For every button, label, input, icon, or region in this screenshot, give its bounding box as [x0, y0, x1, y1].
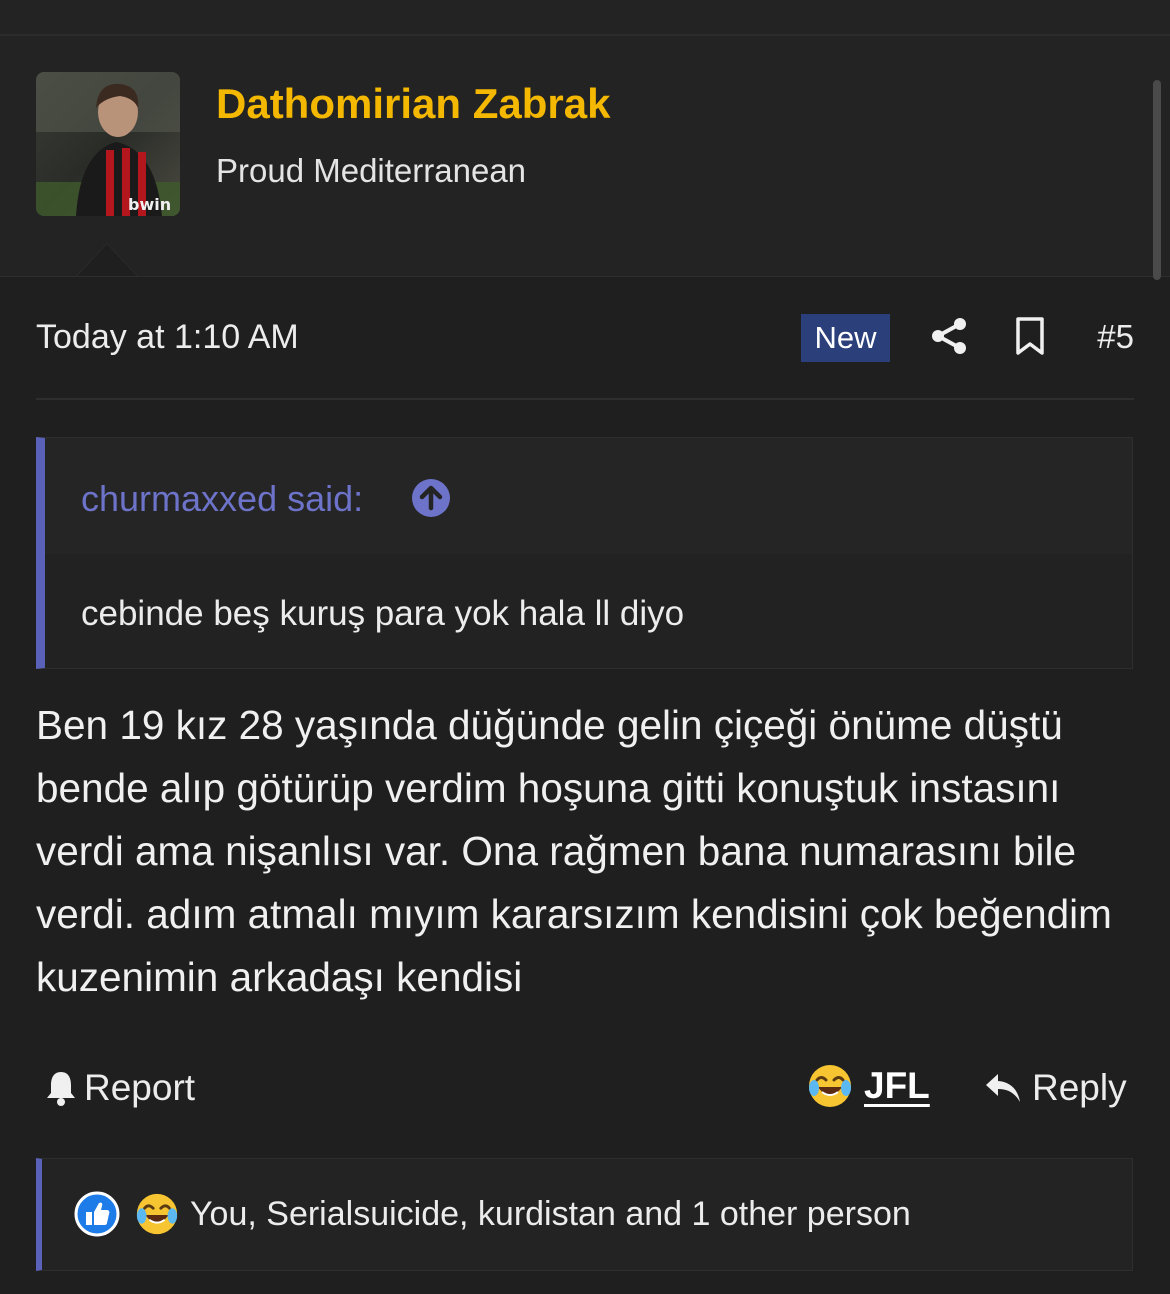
- post-number-link[interactable]: #5: [1097, 318, 1134, 356]
- reply-label: Reply: [1032, 1067, 1127, 1108]
- svg-text:bwin: bwin: [128, 195, 171, 214]
- quote-author[interactable]: churmaxxed said:: [81, 478, 363, 520]
- reply-arrow-icon: [986, 1074, 1020, 1102]
- bell-icon: [47, 1072, 75, 1106]
- report-label: Report: [84, 1067, 196, 1108]
- scrollbar[interactable]: [1153, 80, 1161, 280]
- arrow-up-circle-icon[interactable]: [411, 478, 451, 518]
- jfl-reaction-button[interactable]: JFL: [806, 1060, 930, 1112]
- share-icon[interactable]: [929, 316, 969, 356]
- reply-button[interactable]: Reply: [984, 1064, 1127, 1112]
- bookmark-icon[interactable]: [1013, 316, 1047, 356]
- header-pointer: [77, 244, 137, 276]
- post-timestamp[interactable]: Today at 1:10 AM: [36, 318, 299, 357]
- post-body: Ben 19 kız 28 yaşında düğünde gelin çiçe…: [36, 702, 1112, 1000]
- post-meta: Today at 1:10 AM New #5: [36, 310, 1134, 370]
- quote-header: churmaxxed said:: [45, 438, 1132, 554]
- jfl-label: JFL: [864, 1065, 930, 1106]
- divider: [36, 398, 1134, 400]
- new-badge: New: [801, 314, 890, 362]
- reactions-bar[interactable]: You, Serialsuicide, kurdistan and 1 othe…: [36, 1158, 1133, 1271]
- report-button[interactable]: Report: [44, 1064, 195, 1112]
- thumbs-up-icon: [74, 1191, 120, 1237]
- post-actions: Report JFL Reply: [36, 1058, 1134, 1118]
- quote-content: cebinde beş kuruş para yok hala ll diyo: [45, 554, 1132, 668]
- username-link[interactable]: Dathomirian Zabrak: [216, 80, 610, 128]
- quote-text: cebinde beş kuruş para yok hala ll diyo: [81, 594, 685, 633]
- laughing-crying-icon: [809, 1065, 851, 1107]
- top-bar: [0, 0, 1170, 36]
- quote-block: churmaxxed said: cebinde beş kuruş para …: [36, 437, 1133, 669]
- laughing-crying-icon: [136, 1193, 178, 1235]
- user-title: Proud Mediterranean: [216, 152, 527, 189]
- avatar[interactable]: bwin: [36, 72, 180, 216]
- reactions-summary[interactable]: You, Serialsuicide, kurdistan and 1 othe…: [190, 1195, 911, 1234]
